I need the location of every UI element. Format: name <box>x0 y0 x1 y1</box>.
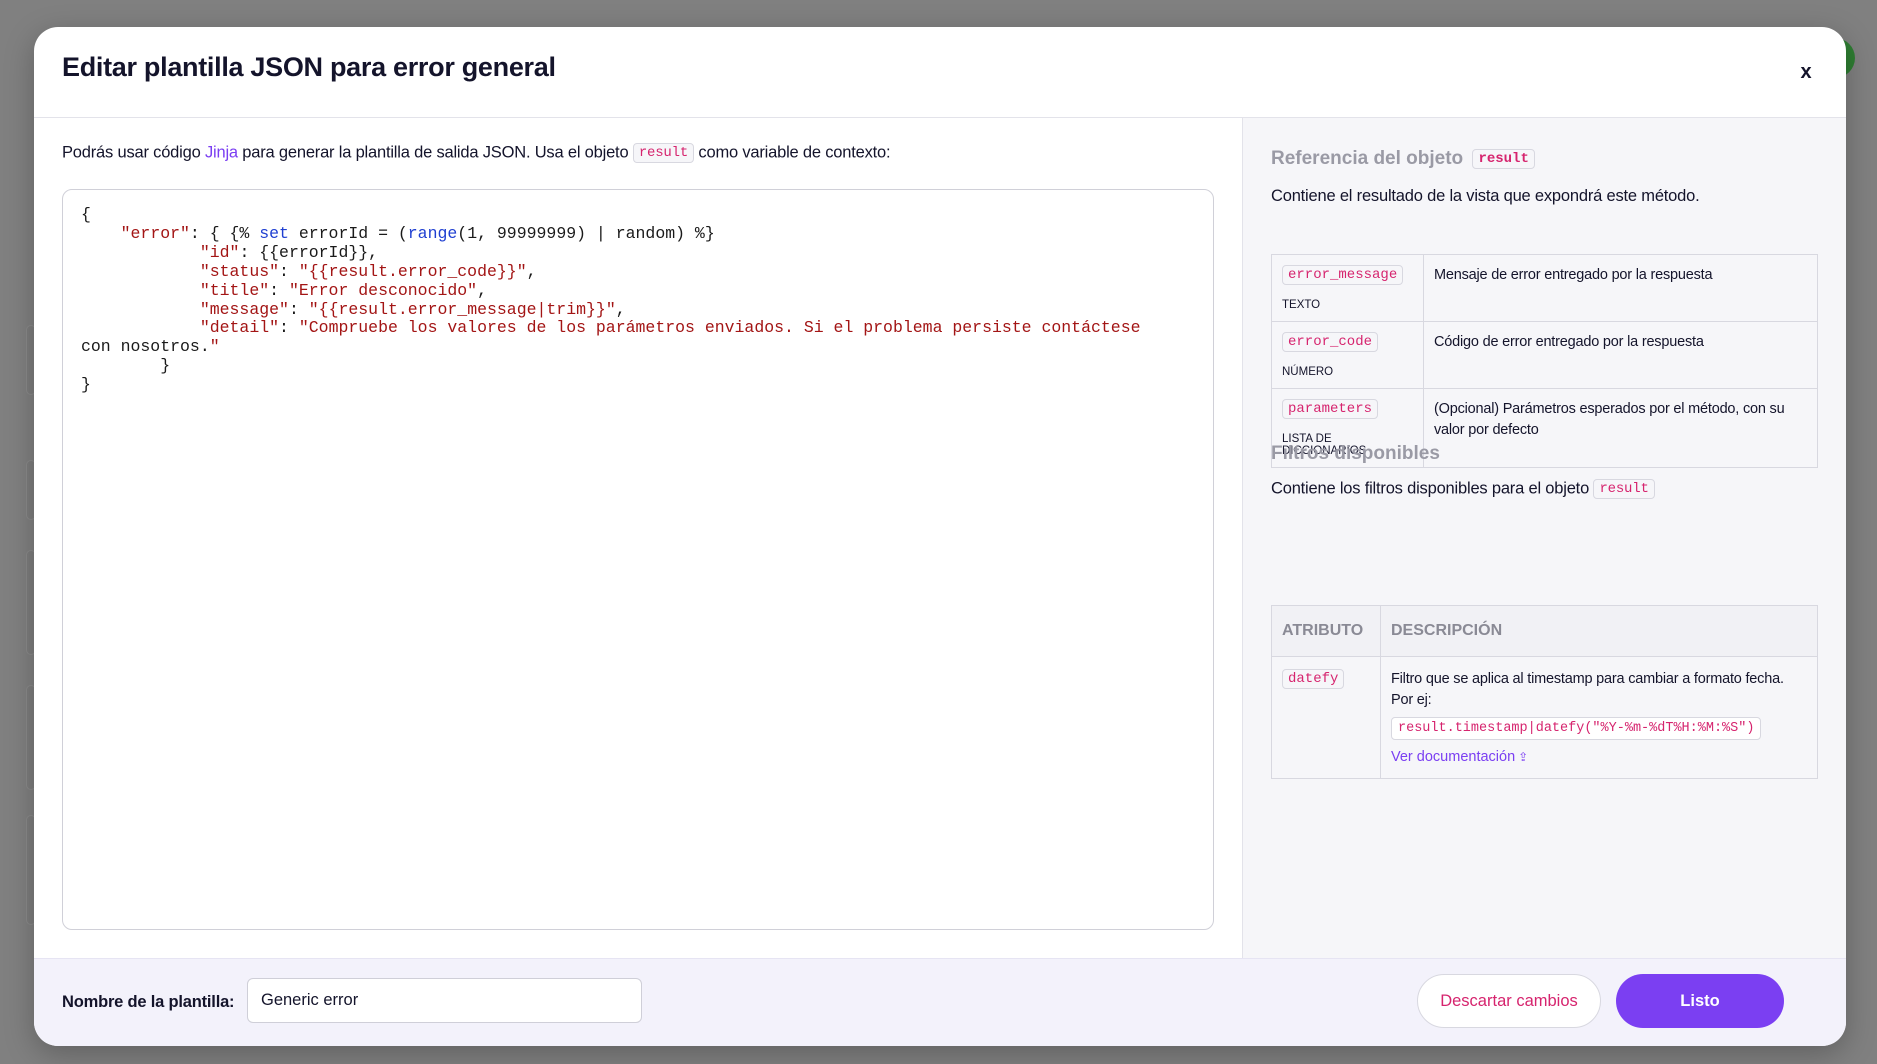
documentation-link-text[interactable]: Ver documentación <box>1391 749 1515 765</box>
code-line[interactable]: "error": { {% set errorId = (range(1, 99… <box>81 224 1195 244</box>
filters-table: ATRIBUTO DESCRIPCIÓN datefy Filtro que s… <box>1271 605 1818 779</box>
discard-changes-button[interactable]: Descartar cambios <box>1417 974 1601 1028</box>
filter-example: result.timestamp|datefy("%Y-%m-%dT%H:%M:… <box>1391 717 1762 740</box>
modal-header: Editar plantilla JSON para error general… <box>34 27 1846 118</box>
code-line[interactable]: "status": "{{result.error_code}}", <box>81 262 1195 282</box>
close-button[interactable]: x <box>1794 60 1818 84</box>
template-name-input[interactable] <box>247 978 642 1023</box>
field-description: Código de error entregado por la respues… <box>1434 334 1704 350</box>
editor-pane: Podrás usar código Jinja para generar la… <box>34 118 1242 958</box>
documentation-link[interactable]: Ver documentación ⇪ <box>1391 749 1528 765</box>
intro-text: para generar la plantilla de salida JSON… <box>237 143 633 162</box>
result-chip: result <box>1593 479 1655 499</box>
field-type: TEXTO <box>1282 299 1321 311</box>
field-description: Mensaje de error entregado por la respue… <box>1434 267 1713 283</box>
code-line[interactable]: con nosotros." <box>81 337 1195 357</box>
code-line[interactable]: "message": "{{result.error_message|trim}… <box>81 300 1195 320</box>
modal-title: Editar plantilla JSON para error general <box>62 52 556 82</box>
filters-subtitle-text: Contiene los filtros disponibles para el… <box>1271 479 1590 498</box>
field-description-cell: Mensaje de error entregado por la respue… <box>1423 254 1818 322</box>
code-line[interactable]: "title": "Error desconocido", <box>81 281 1195 301</box>
field-name: parameters <box>1282 399 1379 419</box>
filter-name: datefy <box>1282 669 1345 689</box>
field-cell: error_message TEXTO <box>1271 254 1424 322</box>
code-content[interactable]: { "error": { {% set errorId = (range(1, … <box>81 205 1195 395</box>
intro-text: como variable de contexto: <box>694 143 891 162</box>
external-link-icon: ⇪ <box>1518 750 1529 764</box>
reference-table: error_message TEXTO Mensaje de error entre… <box>1271 254 1818 468</box>
result-chip: result <box>1472 148 1535 169</box>
result-chip: result <box>632 143 695 163</box>
field-name: error_message <box>1282 265 1404 285</box>
reference-pane: Referencia del objeto result Contiene el… <box>1242 118 1846 958</box>
table-row: datefy Filtro que se aplica al timestamp… <box>1271 656 1818 779</box>
editor-intro: Podrás usar código Jinja para generar la… <box>62 143 891 163</box>
column-header-description: DESCRIPCIÓN <box>1380 605 1818 657</box>
edit-template-modal: Editar plantilla JSON para error general… <box>34 27 1846 1046</box>
field-description: (Opcional) Parámetros esperados por el m… <box>1434 401 1785 438</box>
field-name: error_code <box>1282 332 1379 352</box>
code-line[interactable]: "detail": "Compruebe los valores de los … <box>81 318 1195 338</box>
jinja-link[interactable]: Jinja <box>205 143 238 161</box>
filters-title: Filtros disponibles <box>1271 443 1440 464</box>
code-editor[interactable]: { "error": { {% set errorId = (range(1, … <box>62 189 1214 930</box>
filters-subtitle: Contiene los filtros disponibles para el… <box>1271 479 1655 499</box>
template-name-label: Nombre de la plantilla: <box>62 993 235 1011</box>
code-line[interactable]: } <box>81 356 1195 376</box>
filter-description: Filtro que se aplica al timestamp para c… <box>1391 671 1784 708</box>
reference-title-text: Referencia del objeto <box>1271 148 1464 169</box>
field-description-cell: Código de error entregado por la respues… <box>1423 321 1818 389</box>
done-button[interactable]: Listo <box>1616 974 1784 1028</box>
intro-text: Podrás usar código <box>62 143 205 162</box>
filter-name-cell: datefy <box>1271 656 1381 779</box>
field-description-cell: (Opcional) Parámetros esperados por el m… <box>1423 388 1818 468</box>
table-row: error_code NÚMERO Código de error entregad… <box>1271 321 1818 389</box>
table-row: error_message TEXTO Mensaje de error entre… <box>1271 254 1818 322</box>
reference-title: Referencia del objeto result <box>1271 148 1535 170</box>
modal-footer: Nombre de la plantilla: Descartar cambio… <box>34 958 1846 1046</box>
field-type: NÚMERO <box>1282 366 1334 378</box>
reference-subtitle: Contiene el resultado de la vista que ex… <box>1271 187 1700 205</box>
code-line[interactable]: { <box>81 205 1195 225</box>
field-cell: error_code NÚMERO <box>1271 321 1424 389</box>
column-header-attribute: ATRIBUTO <box>1271 605 1381 657</box>
code-line[interactable]: } <box>81 375 1195 395</box>
code-line[interactable]: "id": {{errorId}}, <box>81 243 1195 263</box>
filter-description-cell: Filtro que se aplica al timestamp para c… <box>1380 656 1818 779</box>
